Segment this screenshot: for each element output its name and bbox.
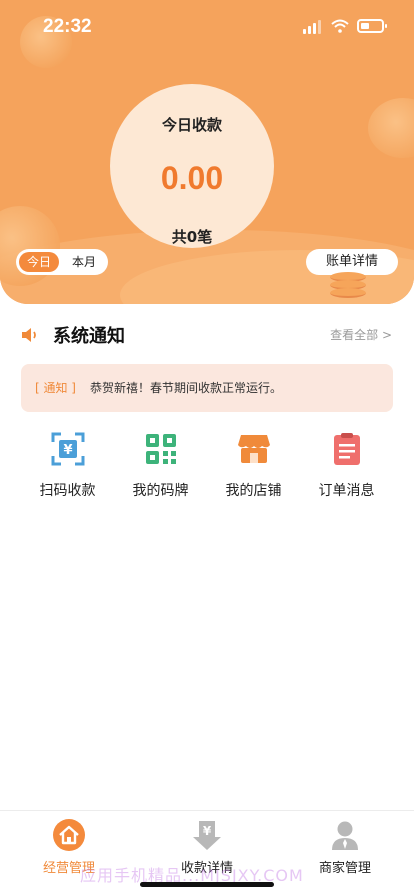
- store-icon: [238, 435, 270, 463]
- signal-icon: [303, 20, 323, 34]
- notice-banner[interactable]: [ 通知 ] 恭贺新禧！春节期间收款正常运行。: [21, 364, 393, 412]
- coin-decoration: [368, 98, 414, 158]
- status-time: 22:32: [43, 16, 92, 37]
- home-indicator: [140, 882, 274, 887]
- header: 22:32 今日收款 0.00 共0笔 今日 本月 账单详情: [0, 0, 414, 304]
- menu-label: 扫码收款: [39, 483, 96, 499]
- wifi-icon: [331, 19, 349, 33]
- notice-tag: [ 通知 ]: [35, 381, 76, 395]
- speaker-icon: [22, 328, 36, 342]
- notice-header: 系统通知 查看全部 >: [0, 318, 414, 352]
- period-toggle: 今日 本月: [16, 249, 108, 275]
- coin-stack-icon: [330, 272, 366, 304]
- summary-count: 共0笔: [171, 228, 213, 246]
- summary-title: 今日收款: [161, 116, 222, 134]
- view-all-link[interactable]: 查看全部 >: [330, 326, 392, 343]
- notice-title: 系统通知: [53, 326, 125, 347]
- home-icon: [53, 819, 85, 851]
- period-tab-month[interactable]: 本月: [64, 252, 104, 272]
- scan-yen-icon: ¥: [51, 432, 85, 466]
- period-tab-today[interactable]: 今日: [19, 252, 59, 272]
- menu-item-my-store[interactable]: 我的店铺: [207, 432, 300, 502]
- yen-down-icon: ¥: [193, 821, 221, 850]
- menu-item-order-messages[interactable]: 订单消息: [300, 432, 393, 502]
- quick-menu: ¥ 扫码收款 我的码牌 我的店铺 订单消息: [21, 432, 393, 502]
- notice-message: 恭贺新禧！春节期间收款正常运行。: [90, 381, 283, 395]
- qr-code-icon: [146, 434, 176, 464]
- clipboard-icon: [334, 433, 360, 465]
- svg-text:¥: ¥: [203, 824, 212, 838]
- summary-amount: 0.00: [160, 160, 224, 196]
- today-summary-circle: 今日收款 0.00 共0笔: [110, 84, 274, 248]
- svg-text:¥: ¥: [63, 443, 72, 458]
- menu-item-my-qr[interactable]: 我的码牌: [114, 432, 207, 502]
- status-bar: 22:32: [0, 0, 414, 54]
- merchant-icon: [332, 821, 358, 850]
- menu-label: 订单消息: [318, 483, 375, 499]
- menu-label: 我的码牌: [132, 483, 189, 499]
- battery-icon: [357, 19, 387, 33]
- menu-label: 我的店铺: [225, 483, 282, 499]
- menu-item-scan-pay[interactable]: ¥ 扫码收款: [21, 432, 114, 502]
